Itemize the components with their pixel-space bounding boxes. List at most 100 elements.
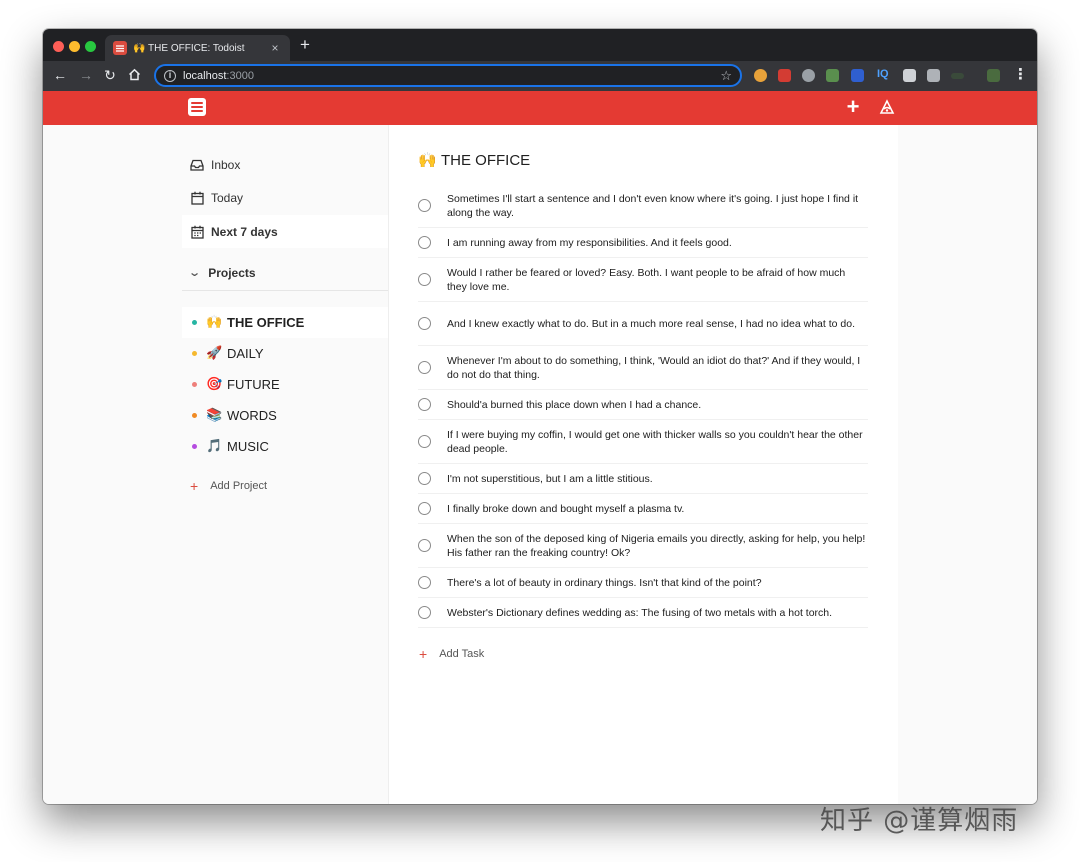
url-host: localhost xyxy=(183,70,226,82)
task-item[interactable]: Should'a burned this place down when I h… xyxy=(418,390,868,420)
gray-extension-icon[interactable] xyxy=(802,69,815,82)
add-project-button[interactable]: + Add Project xyxy=(190,480,267,492)
project-the-office[interactable]: 🙌 THE OFFICE xyxy=(182,307,388,338)
music-note-icon: 🎵 xyxy=(206,439,223,454)
task-content[interactable]: Webster's Dictionary defines wedding as:… xyxy=(447,606,832,620)
tab-strip: 🙌 THE OFFICE: Todoist × + xyxy=(43,29,1037,61)
todoist-logo-icon[interactable] xyxy=(188,98,206,116)
rocket-icon: 🚀 xyxy=(206,346,223,361)
task-content[interactable]: Sometimes I'll start a sentence and I do… xyxy=(447,192,868,220)
address-bar[interactable]: i localhost:3000 ☆ xyxy=(154,64,742,87)
raising-hands-icon: 🙌 xyxy=(418,151,437,169)
project-color-dot xyxy=(192,320,197,325)
maximize-window-button[interactable] xyxy=(85,41,96,52)
project-daily[interactable]: 🚀 DAILY xyxy=(182,338,388,369)
bookmark-star-icon[interactable]: ☆ xyxy=(720,68,732,84)
task-item[interactable]: And I knew exactly what to do. But in a … xyxy=(418,302,868,346)
app-header: + xyxy=(43,91,1037,125)
home-icon[interactable] xyxy=(125,67,143,84)
task-content[interactable]: I finally broke down and bought myself a… xyxy=(447,502,684,516)
nav-today[interactable]: Today xyxy=(182,181,388,214)
plus-icon: + xyxy=(190,480,198,492)
profile-extension-icon[interactable] xyxy=(987,69,1000,82)
green-extension-icon[interactable] xyxy=(826,69,839,82)
chevron-down-icon: ⌄ xyxy=(188,266,201,279)
task-item[interactable]: When the son of the deposed king of Nige… xyxy=(418,524,868,568)
task-item[interactable]: I am running away from my responsibiliti… xyxy=(418,228,868,258)
task-content[interactable]: Should'a burned this place down when I h… xyxy=(447,398,701,412)
task-checkbox[interactable] xyxy=(418,472,431,485)
add-task-label: Add Task xyxy=(439,648,484,660)
task-item[interactable]: Webster's Dictionary defines wedding as:… xyxy=(418,598,868,628)
task-checkbox[interactable] xyxy=(418,236,431,249)
project-color-dot xyxy=(192,382,197,387)
quick-add-button[interactable]: + xyxy=(842,95,864,119)
task-checkbox[interactable] xyxy=(418,199,431,212)
project-words[interactable]: 📚 WORDS xyxy=(182,400,388,431)
plus-icon: + xyxy=(419,648,427,660)
projects-toggle[interactable]: ⌄ Projects xyxy=(182,255,388,291)
mail-extension-icon[interactable] xyxy=(778,69,791,82)
task-item[interactable]: If I were buying my coffin, I would get … xyxy=(418,420,868,464)
new-tab-button[interactable]: + xyxy=(300,37,310,53)
task-checkbox[interactable] xyxy=(418,273,431,286)
tab-close-icon[interactable]: × xyxy=(268,41,282,55)
tb-extension-icon[interactable] xyxy=(903,69,916,82)
browser-tab-active[interactable]: 🙌 THE OFFICE: Todoist × xyxy=(105,35,290,61)
iq-extension-icon[interactable]: IQ xyxy=(877,68,889,80)
cookie-extension-icon[interactable] xyxy=(754,69,767,82)
task-item[interactable]: Sometimes I'll start a sentence and I do… xyxy=(418,184,868,228)
productivity-icon[interactable] xyxy=(878,98,896,116)
tab-title: 🙌 THE OFFICE: Todoist xyxy=(133,43,268,54)
project-future[interactable]: 🎯 FUTURE xyxy=(182,369,388,400)
nav-inbox-label: Inbox xyxy=(211,158,240,172)
task-item[interactable]: I finally broke down and bought myself a… xyxy=(418,494,868,524)
browser-menu-icon[interactable]: ⋮ xyxy=(1013,67,1028,83)
project-name: MUSIC xyxy=(227,439,269,454)
site-info-icon[interactable]: i xyxy=(164,70,176,82)
forward-arrow-icon[interactable]: → xyxy=(77,67,95,83)
inbox-icon xyxy=(189,157,205,173)
page-title-text: THE OFFICE xyxy=(441,152,530,169)
task-item[interactable]: Would I rather be feared or loved? Easy.… xyxy=(418,258,868,302)
close-window-button[interactable] xyxy=(53,41,64,52)
info-extension-icon[interactable] xyxy=(851,69,864,82)
dark-extension-icon[interactable] xyxy=(951,73,964,79)
task-content[interactable]: Whenever I'm about to do something, I th… xyxy=(447,354,868,382)
task-checkbox[interactable] xyxy=(418,606,431,619)
browser-window: 🙌 THE OFFICE: Todoist × + ← → ↻ i localh… xyxy=(43,29,1037,804)
task-checkbox[interactable] xyxy=(418,361,431,374)
task-content[interactable]: When the son of the deposed king of Nige… xyxy=(447,532,868,560)
task-content[interactable]: And I knew exactly what to do. But in a … xyxy=(447,317,855,331)
project-name: DAILY xyxy=(227,346,264,361)
page-title: 🙌 THE OFFICE xyxy=(418,151,530,169)
task-item[interactable]: I'm not superstitious, but I am a little… xyxy=(418,464,868,494)
watermark-text: 知乎 @谨算烟雨 xyxy=(820,800,1018,837)
task-checkbox[interactable] xyxy=(418,398,431,411)
nav-next-7-days[interactable]: Next 7 days xyxy=(182,215,388,248)
todoist-favicon-icon xyxy=(113,41,127,55)
task-content[interactable]: There's a lot of beauty in ordinary thin… xyxy=(447,576,762,590)
task-content[interactable]: I am running away from my responsibiliti… xyxy=(447,236,732,250)
project-name: FUTURE xyxy=(227,377,280,392)
reload-icon[interactable]: ↻ xyxy=(101,67,119,83)
nav-today-label: Today xyxy=(211,191,243,205)
task-checkbox[interactable] xyxy=(418,435,431,448)
task-checkbox[interactable] xyxy=(418,539,431,552)
task-checkbox[interactable] xyxy=(418,576,431,589)
minimize-window-button[interactable] xyxy=(69,41,80,52)
nav-inbox[interactable]: Inbox xyxy=(182,148,388,181)
screenshot-extension-icon[interactable] xyxy=(927,69,940,82)
task-content[interactable]: Would I rather be feared or loved? Easy.… xyxy=(447,266,868,294)
task-item[interactable]: There's a lot of beauty in ordinary thin… xyxy=(418,568,868,598)
task-checkbox[interactable] xyxy=(418,502,431,515)
task-content[interactable]: If I were buying my coffin, I would get … xyxy=(447,428,868,456)
raising-hands-icon: 🙌 xyxy=(206,315,223,330)
calendar-today-icon xyxy=(189,190,205,206)
project-music[interactable]: 🎵 MUSIC xyxy=(182,431,388,462)
add-task-button[interactable]: + Add Task xyxy=(419,648,484,660)
back-arrow-icon[interactable]: ← xyxy=(51,67,69,83)
task-checkbox[interactable] xyxy=(418,317,431,330)
task-item[interactable]: Whenever I'm about to do something, I th… xyxy=(418,346,868,390)
task-content[interactable]: I'm not superstitious, but I am a little… xyxy=(447,472,653,486)
